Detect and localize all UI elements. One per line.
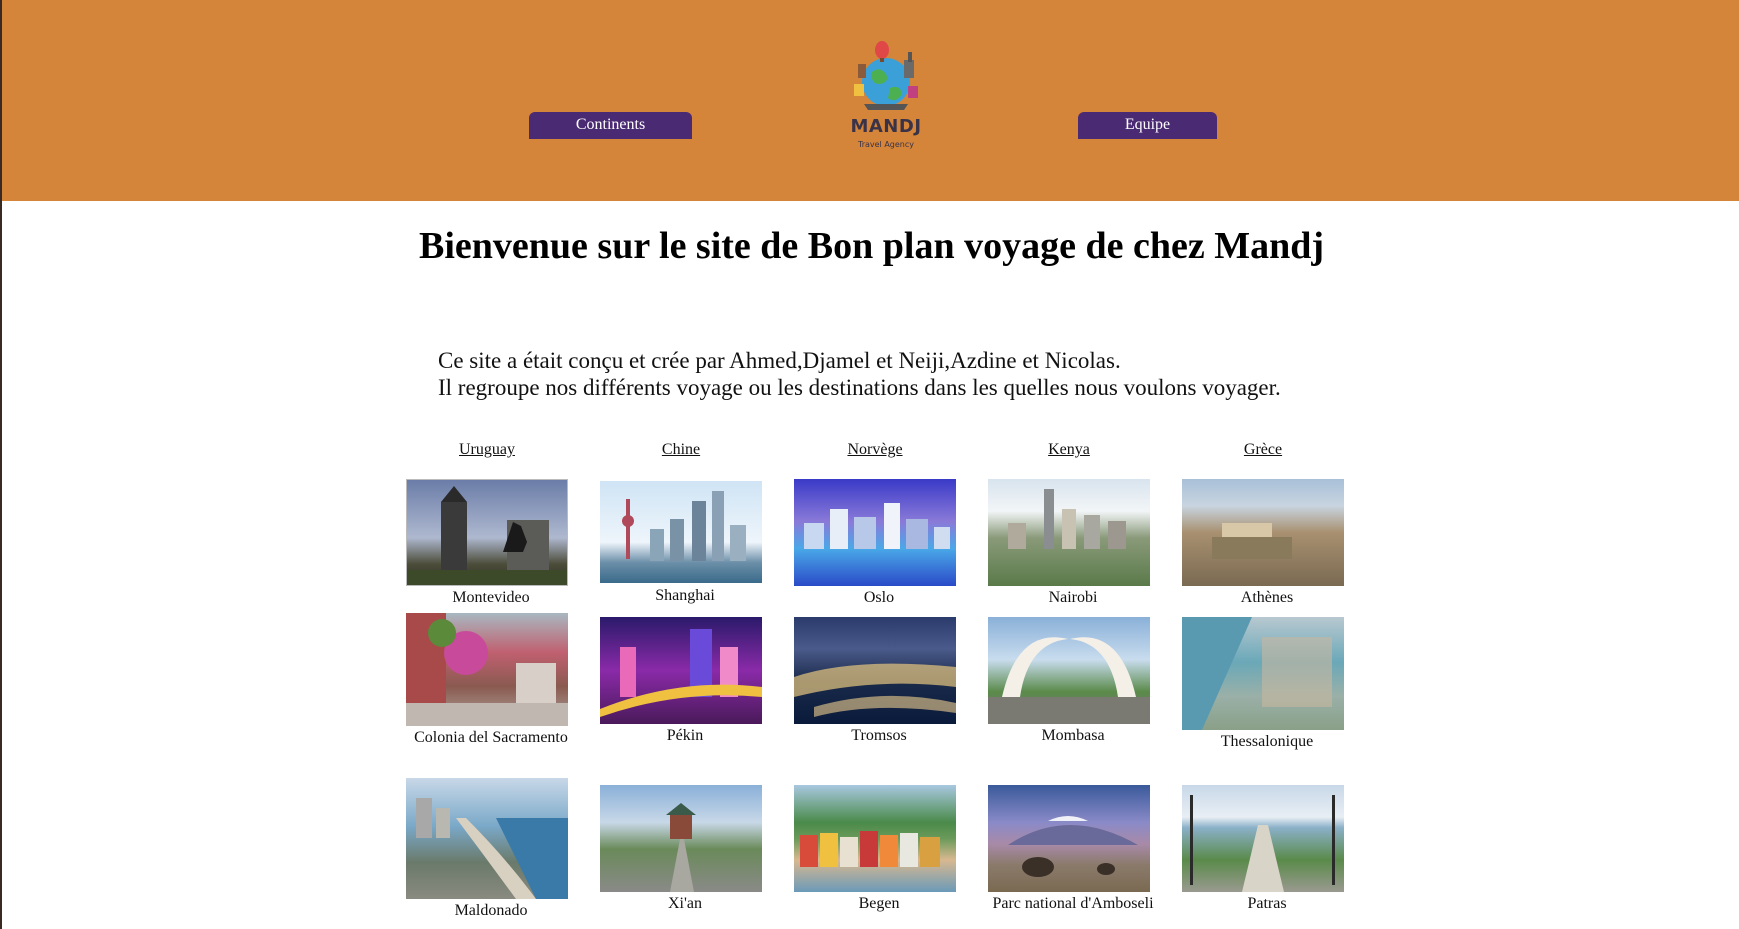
intro-text: Ce site a était conçu et crée par Ahmed,… xyxy=(438,347,1281,401)
city-name: Patras xyxy=(1247,895,1287,912)
bryggen-houses xyxy=(800,831,940,867)
oslo-photo[interactable] xyxy=(794,479,956,586)
xian-photo[interactable] xyxy=(600,785,762,892)
city-name: Tromsos xyxy=(851,727,907,744)
globe-icon xyxy=(854,41,918,110)
city-name: Nairobi xyxy=(1048,589,1098,606)
city-name: Maldonado xyxy=(454,902,528,919)
page-title: Bienvenue sur le site de Bon plan voyage… xyxy=(419,225,1324,267)
nairobi-photo[interactable] xyxy=(988,479,1150,586)
patras-stairs xyxy=(1190,795,1335,892)
country-link-chine[interactable]: Chine xyxy=(600,441,762,459)
country-link-grece[interactable]: Grèce xyxy=(1182,441,1344,459)
pekin-skyline xyxy=(600,629,762,717)
maldonado-coast xyxy=(416,798,568,899)
logo-name: MANDJ xyxy=(850,116,922,137)
equipe-button[interactable]: Equipe xyxy=(1078,112,1217,139)
montevideo-landmark xyxy=(407,486,567,585)
nairobi-skyline xyxy=(1008,489,1126,549)
xian-tower xyxy=(666,803,696,892)
thessalonique-photo[interactable] xyxy=(1182,617,1344,730)
city-name: Begen xyxy=(858,895,900,912)
city-name: Xi'an xyxy=(668,895,702,912)
oslo-skyline xyxy=(804,503,950,549)
city-name: Oslo xyxy=(863,589,895,606)
city-name: Shanghai xyxy=(655,587,715,604)
mombasa-photo[interactable] xyxy=(988,617,1150,724)
colonia-photo[interactable] xyxy=(406,613,568,726)
site-header: Continents MANDJ Travel Agency Equipe xyxy=(2,0,1739,201)
mombasa-tusks xyxy=(988,637,1150,724)
shanghai-skyline xyxy=(622,491,746,561)
intro-line-1: Ce site a était conçu et crée par Ahmed,… xyxy=(438,348,1121,373)
country-link-norvege[interactable]: Norvège xyxy=(794,441,956,459)
patras-photo[interactable] xyxy=(1182,785,1344,892)
page: Continents MANDJ Travel Agency Equipe Bi… xyxy=(0,0,1739,929)
thessalonique-coast xyxy=(1182,617,1332,730)
colonia-street xyxy=(406,613,568,726)
shanghai-photo[interactable] xyxy=(600,481,762,583)
city-name: Pékin xyxy=(666,727,704,744)
kilimanjaro-elephants xyxy=(1008,816,1138,877)
mandj-logo[interactable]: MANDJ Travel Agency xyxy=(838,40,934,156)
country-link-uruguay[interactable]: Uruguay xyxy=(406,441,568,459)
city-name: Athènes xyxy=(1240,589,1294,606)
amboseli-photo[interactable] xyxy=(988,785,1150,892)
continents-button[interactable]: Continents xyxy=(529,112,692,139)
country-link-kenya[interactable]: Kenya xyxy=(988,441,1150,459)
maldonado-photo[interactable] xyxy=(406,778,568,899)
tromsos-lights xyxy=(794,663,956,717)
tromsos-photo[interactable] xyxy=(794,617,956,724)
city-name: Parc national d'Amboseli xyxy=(992,895,1154,912)
logo-tagline: Travel Agency xyxy=(858,140,914,149)
intro-line-2: Il regroupe nos différents voyage ou les… xyxy=(438,375,1281,400)
city-name: Montevideo xyxy=(452,589,530,606)
city-name: Colonia del Sacramento xyxy=(414,729,568,746)
montevideo-photo[interactable] xyxy=(406,479,568,586)
acropolis xyxy=(1212,523,1292,559)
begen-photo[interactable] xyxy=(794,785,956,892)
city-name: Thessalonique xyxy=(1220,733,1314,750)
city-name: Mombasa xyxy=(1041,727,1105,744)
athenes-photo[interactable] xyxy=(1182,479,1344,586)
pekin-photo[interactable] xyxy=(600,617,762,724)
